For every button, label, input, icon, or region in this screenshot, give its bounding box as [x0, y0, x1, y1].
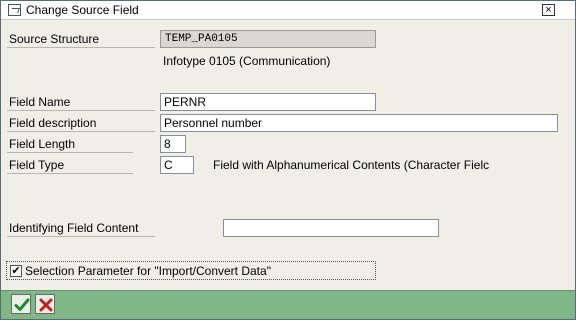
field-length-label: Field Length	[7, 136, 133, 153]
field-type-input[interactable]: C	[160, 156, 194, 174]
change-source-field-dialog: Change Source Field × Source Structure T…	[0, 0, 576, 320]
title-bar[interactable]: Change Source Field ×	[1, 1, 575, 20]
source-structure-field: TEMP_PA0105	[160, 30, 376, 48]
field-length-input[interactable]: 8	[160, 135, 186, 153]
source-structure-label: Source Structure	[7, 31, 155, 48]
selection-parameter-checkbox[interactable]: ✔	[10, 265, 22, 277]
dialog-footer-toolbar	[1, 290, 575, 319]
source-structure-description: Infotype 0105 (Communication)	[163, 54, 331, 68]
confirm-button[interactable]	[11, 294, 31, 314]
selection-parameter-row[interactable]: ✔ Selection Parameter for "Import/Conver…	[6, 261, 376, 280]
field-description-label: Field description	[7, 115, 155, 132]
field-type-description: Field with Alphanumerical Contents (Char…	[213, 158, 490, 172]
cancel-x-icon	[39, 298, 53, 312]
field-name-label: Field Name	[7, 94, 155, 111]
edit-window-icon	[8, 4, 21, 16]
window-title: Change Source Field	[26, 3, 139, 17]
field-type-label: Field Type	[7, 157, 133, 174]
identifying-content-input[interactable]	[223, 219, 439, 237]
field-description-input[interactable]: Personnel number	[160, 114, 558, 132]
checkmark-icon	[14, 298, 30, 311]
selection-parameter-label: Selection Parameter for "Import/Convert …	[25, 264, 271, 278]
cancel-button[interactable]	[35, 294, 55, 314]
field-name-input[interactable]: PERNR	[160, 93, 376, 111]
identifying-content-label: Identifying Field Content	[7, 220, 155, 237]
close-icon[interactable]: ×	[542, 4, 555, 16]
